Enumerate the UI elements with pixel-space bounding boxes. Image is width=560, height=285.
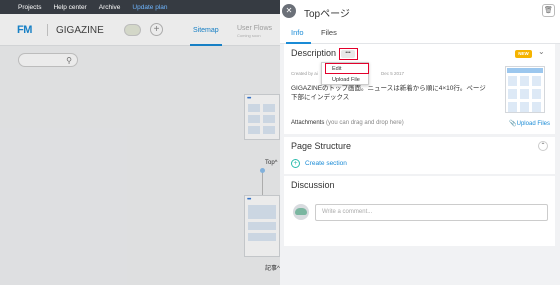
description-title: Description [291,48,337,58]
description-section: Description ••• NEW ⌄ Created by ai Dec … [284,44,555,134]
tab-info[interactable]: Info [291,28,304,37]
nav-update-plan[interactable]: Update plan [132,4,167,11]
comment-input[interactable]: Write a comment... [315,204,548,221]
nav-help-center[interactable]: Help center [53,4,86,11]
page-structure-title: Page Structure [291,141,352,151]
discussion-title: Discussion [291,180,335,190]
avatar [293,204,309,220]
close-icon[interactable]: ✕ [282,4,296,18]
upload-files-link[interactable]: 📎Upload Files [509,120,550,127]
page-title: Topページ [304,9,350,20]
plus-circle-icon: + [291,159,300,168]
created-by-text: Created by ai [291,71,318,76]
menu-item-upload-file[interactable]: Upload File [322,75,368,85]
highlight-box [339,48,358,60]
created-date: Dec 5 2017 [381,71,405,76]
nav-archive[interactable]: Archive [99,4,121,11]
description-text: GIGAZINEのトップ画面。ニュースは新着から順に4×10行。ページ下部にイン… [291,85,486,101]
chevron-down-icon[interactable]: ⌄ [538,47,545,56]
attachments-label: Attachments (you can drag and drop here) [291,120,404,126]
trash-icon[interactable]: 🗑 [542,4,555,17]
chevron-up-icon[interactable]: ⌃ [538,141,548,151]
nav-projects[interactable]: Projects [18,4,41,11]
paperclip-icon: 📎 [509,121,517,127]
page-detail-panel: ✕ Topページ 🗑 Info Files Description ••• NE… [280,0,560,285]
attachments-hint: (you can drag and drop here) [326,120,404,126]
page-thumbnail[interactable] [505,66,545,113]
new-badge: NEW [515,50,532,58]
create-section-button[interactable]: + Create section [291,159,347,168]
panel-header: ✕ Topページ 🗑 Info Files [280,0,560,44]
modal-overlay[interactable] [0,14,280,285]
page-structure-section: Page Structure ⌃ + Create section [284,137,555,174]
discussion-section: Discussion Write a comment... [284,176,555,246]
highlight-box [325,63,369,74]
tab-files[interactable]: Files [321,28,337,37]
